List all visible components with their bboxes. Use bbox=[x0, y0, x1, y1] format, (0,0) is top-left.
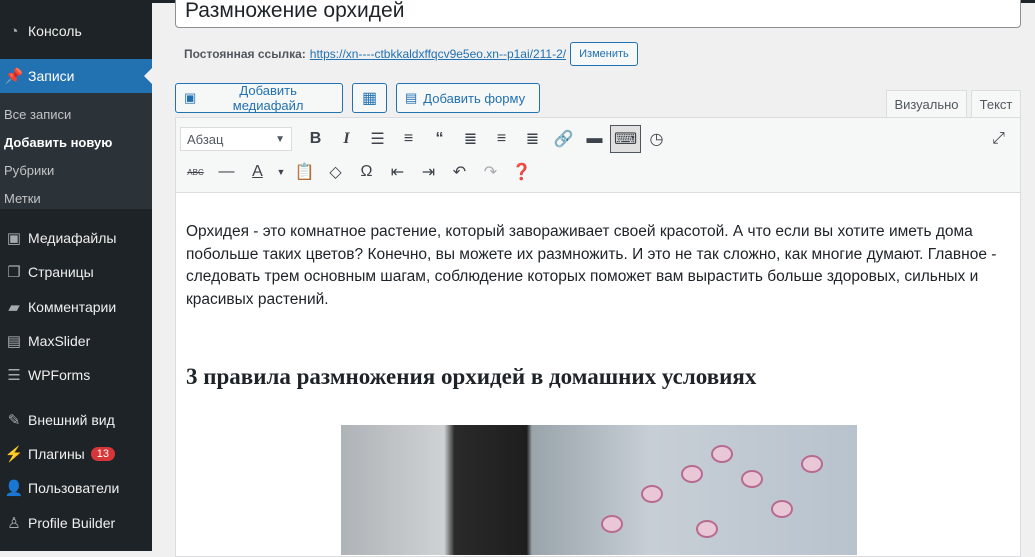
text-color-icon[interactable]: A bbox=[242, 158, 273, 186]
plugin-icon: ⚡ bbox=[4, 446, 24, 463]
grid-icon: ▦ bbox=[361, 90, 378, 107]
menu-pages[interactable]: ❐ Страницы bbox=[0, 255, 152, 289]
submenu-add-new[interactable]: Добавить новую bbox=[4, 135, 112, 150]
editor: Абзац ▼ B I ☰ ≡ “ ≣ ≡ ≣ 🔗 ▬ ⌨ ◷ ⤢ ABC — A… bbox=[175, 117, 1021, 557]
eraser-icon[interactable]: ◇ bbox=[320, 158, 351, 186]
menu-posts[interactable]: 📌 Записи bbox=[0, 59, 152, 93]
form-icon: ▤ bbox=[405, 90, 418, 105]
chevron-down-icon[interactable]: ▼ bbox=[273, 158, 289, 186]
brush-icon: ✎ bbox=[7, 412, 21, 429]
pages-icon: ❐ bbox=[7, 264, 21, 281]
menu-appearance[interactable]: ✎ Внешний вид bbox=[0, 403, 152, 437]
media-icon: ▣ bbox=[6, 230, 22, 247]
menu-maxslider[interactable]: ▤ MaxSlider bbox=[0, 324, 152, 358]
plugins-update-badge: 13 bbox=[90, 447, 115, 461]
menu-media[interactable]: ▣ Медиафайлы bbox=[0, 221, 152, 255]
submenu-all-posts[interactable]: Все записи bbox=[4, 107, 71, 122]
link-icon[interactable]: 🔗 bbox=[548, 125, 579, 153]
bullet-list-icon[interactable]: ☰ bbox=[362, 125, 393, 153]
format-select[interactable]: Абзац ▼ bbox=[180, 127, 292, 151]
toolbar-toggle-icon[interactable]: ⌨ bbox=[610, 125, 641, 153]
edit-permalink-button[interactable]: Изменить bbox=[570, 42, 638, 66]
pin-icon: 📌 bbox=[4, 68, 24, 85]
content-heading: 3 правила размножения орхидей в домашних… bbox=[186, 364, 757, 389]
clock-icon[interactable]: ◷ bbox=[641, 125, 672, 153]
help-icon[interactable]: ❓ bbox=[506, 158, 537, 186]
permalink-url[interactable]: https://xn----ctbkkaldxffqcv9e5eo.xn--p1… bbox=[310, 47, 566, 61]
profile-icon: ♙ bbox=[7, 515, 21, 532]
horizontal-line-icon[interactable]: — bbox=[211, 158, 242, 186]
permalink-label: Постоянная ссылка: bbox=[184, 47, 306, 61]
align-left-icon[interactable]: ≣ bbox=[455, 125, 486, 153]
tab-text[interactable]: Текст bbox=[971, 90, 1021, 118]
dashboard-icon: ◔ bbox=[9, 22, 19, 40]
fullscreen-icon[interactable]: ⤢ bbox=[983, 125, 1014, 153]
comment-icon: ▰ bbox=[8, 299, 20, 316]
tab-visual[interactable]: Визуально bbox=[886, 90, 967, 118]
italic-button[interactable]: I bbox=[331, 125, 362, 153]
menu-profile-builder[interactable]: ♙ Profile Builder bbox=[0, 506, 152, 540]
submenu-tags[interactable]: Метки bbox=[4, 191, 41, 206]
chevron-down-icon: ▼ bbox=[275, 133, 285, 145]
media-icon: ▣ bbox=[184, 90, 197, 105]
admin-sidebar: ◔ Консоль 📌 Записи Все записи Добавить нов… bbox=[0, 0, 152, 551]
menu-plugins[interactable]: ⚡ Плагины 13 bbox=[0, 437, 152, 471]
numbered-list-icon[interactable]: ≡ bbox=[393, 125, 424, 153]
read-more-icon[interactable]: ▬ bbox=[579, 125, 610, 153]
strikethrough-icon[interactable]: ABC bbox=[180, 158, 211, 186]
editor-content[interactable]: Орхидея - это комнатное растение, которы… bbox=[176, 193, 1020, 417]
menu-console[interactable]: ◔ Консоль bbox=[0, 14, 152, 48]
align-right-icon[interactable]: ≣ bbox=[517, 125, 548, 153]
add-media-button[interactable]: ▣ Добавить медиафайл bbox=[175, 83, 343, 113]
omega-icon[interactable]: Ω bbox=[351, 158, 382, 186]
blockquote-icon[interactable]: “ bbox=[424, 125, 455, 153]
undo-icon[interactable]: ↶ bbox=[444, 158, 475, 186]
menu-comments[interactable]: ▰ Комментарии bbox=[0, 290, 152, 324]
bold-button[interactable]: B bbox=[300, 125, 331, 153]
blocks-button[interactable]: ▦ bbox=[352, 83, 387, 113]
redo-icon[interactable]: ↷ bbox=[475, 158, 506, 186]
align-center-icon[interactable]: ≡ bbox=[486, 125, 517, 153]
editor-toolbar: Абзац ▼ B I ☰ ≡ “ ≣ ≡ ≣ 🔗 ▬ ⌨ ◷ ⤢ ABC — A… bbox=[176, 118, 1020, 193]
user-icon: 👤 bbox=[4, 480, 24, 497]
submenu-categories[interactable]: Рубрики bbox=[4, 163, 54, 178]
menu-users[interactable]: 👤 Пользователи bbox=[0, 471, 152, 505]
outdent-icon[interactable]: ⇤ bbox=[382, 158, 413, 186]
menu-wpforms[interactable]: ☰ WPForms bbox=[0, 358, 152, 392]
intro-paragraph: Орхидея - это комнатное растение, которы… bbox=[186, 223, 997, 308]
indent-icon[interactable]: ⇥ bbox=[413, 158, 444, 186]
permalink-row: Постоянная ссылка: https://xn----ctbkkal… bbox=[184, 42, 638, 66]
forms-icon: ☰ bbox=[7, 367, 21, 384]
add-form-button[interactable]: ▤ Добавить форму bbox=[396, 83, 540, 113]
orchid-image[interactable] bbox=[341, 425, 857, 555]
posts-submenu: Все записи Добавить новую Рубрики Метки bbox=[0, 93, 152, 209]
post-title-input[interactable]: Размножение орхидей bbox=[175, 0, 1021, 28]
paste-text-icon[interactable]: 📋 bbox=[289, 158, 320, 186]
slider-icon: ▤ bbox=[6, 333, 22, 350]
